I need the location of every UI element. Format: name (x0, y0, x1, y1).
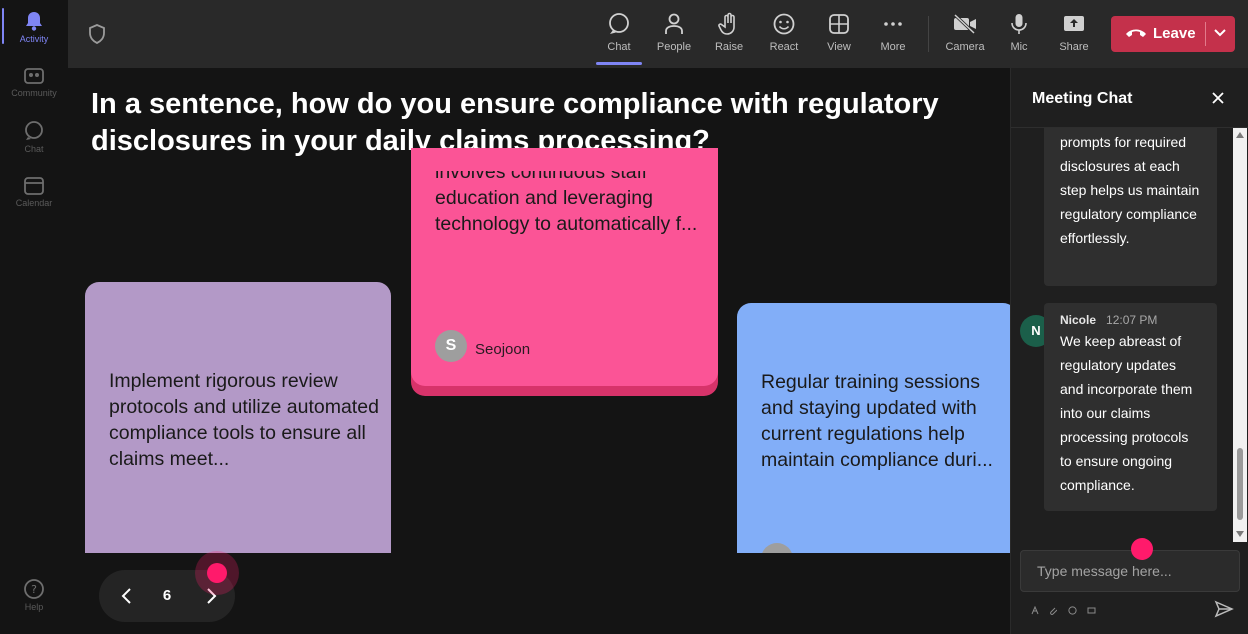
response-text-clipped-line: involves continuous staff (435, 171, 648, 183)
camera-off-icon (953, 13, 976, 35)
toolbar-mic-button[interactable]: Mic (994, 10, 1044, 60)
format-toolbar (1031, 602, 1102, 615)
scroll-down-arrow[interactable] (1236, 531, 1244, 537)
message-compose-box[interactable] (1020, 550, 1248, 592)
rail-item-label: Activity (19, 34, 49, 44)
toolbar-label: More (880, 41, 906, 53)
page-number: 6 (162, 587, 172, 604)
shield-icon (89, 24, 105, 44)
toolbar-label: Chat (607, 41, 631, 53)
react-icon (773, 13, 795, 35)
rail-item-label: Chat (24, 144, 44, 154)
meeting-chat-panel: Meeting Chat prompts for required disclo… (1010, 68, 1248, 634)
leave-label: Leave (1153, 25, 1196, 42)
raise-hand-icon (718, 12, 735, 35)
chat-active-indicator (596, 62, 642, 65)
rail-item-label: Calendar (15, 198, 53, 208)
format-icon[interactable] (1031, 602, 1039, 620)
more-icon (884, 22, 902, 26)
chevron-right-icon[interactable] (201, 586, 221, 606)
meeting-toolbar: Chat People Raise React View More Camera… (68, 0, 1248, 68)
gif-icon[interactable] (1087, 602, 1096, 620)
leave-button[interactable]: Leave (1111, 16, 1235, 52)
people-icon (665, 13, 683, 34)
response-text: Regular training sessions and staying up… (761, 371, 993, 471)
toolbar-chat-button[interactable]: Chat (594, 10, 644, 60)
chat-scrollbar[interactable] (1233, 128, 1247, 542)
author-name: Seojoon (475, 341, 531, 358)
pointer-highlight (1131, 538, 1153, 560)
community-icon (24, 68, 44, 84)
toolbar-label: Camera (945, 41, 985, 53)
response-text: involves continuous staff education and … (435, 171, 705, 237)
chat-message: Nicole 12:07 PM We keep abreast of regula… (1044, 303, 1217, 511)
toolbar-react-button[interactable]: React (759, 10, 809, 60)
chevron-down-icon[interactable] (1213, 28, 1227, 38)
phone-hangup-icon (1126, 29, 1146, 37)
scroll-up-arrow[interactable] (1236, 132, 1244, 138)
message-text: We keep abreast of regulatory updates an… (1060, 333, 1193, 493)
bell-icon (26, 12, 42, 31)
toolbar-label: Share (1059, 41, 1089, 53)
response-text: Implement rigorous review protocols and … (109, 370, 379, 470)
toolbar-more-button[interactable]: More (868, 10, 918, 60)
message-text: prompts for required disclosures at each… (1060, 134, 1200, 246)
rail-item-chat[interactable]: Chat (0, 120, 68, 170)
toolbar-label: Raise (714, 41, 744, 53)
toolbar-view-button[interactable]: View (814, 10, 864, 60)
rail-item-activity[interactable]: Activity (0, 10, 68, 60)
mic-icon (1011, 14, 1027, 34)
toolbar-share-button[interactable]: Share (1049, 10, 1099, 60)
emoji-icon[interactable] (1068, 602, 1077, 620)
toolbar-label: React (769, 41, 799, 53)
chat-title: Meeting Chat (1032, 90, 1133, 107)
share-icon (1064, 16, 1084, 31)
toolbar-raise-button[interactable]: Raise (704, 10, 754, 60)
rail-item-calendar[interactable]: Calendar (0, 176, 68, 226)
rail-item-label: Community (11, 88, 57, 98)
chat-icon (25, 121, 43, 140)
message-author: Nicole (1060, 313, 1097, 327)
message-meta: Nicole 12:07 PM (1044, 303, 1217, 327)
scroll-thumb[interactable] (1237, 448, 1243, 520)
send-icon[interactable] (1214, 600, 1234, 618)
response-card[interactable]: Implement rigorous review protocols and … (85, 282, 391, 582)
rail-item-label: Help (24, 602, 44, 612)
attach-icon[interactable] (1049, 602, 1058, 620)
chat-message: prompts for required disclosures at each… (1044, 128, 1217, 286)
close-icon[interactable] (1211, 91, 1225, 105)
help-icon: ? (24, 579, 44, 599)
message-time: 12:07 PM (1106, 313, 1158, 327)
svg-text:?: ? (31, 583, 37, 596)
rail-item-help[interactable]: ? Help (0, 578, 68, 628)
app-rail: Activity Community Chat Calendar ? Help (0, 0, 69, 634)
toolbar-camera-button[interactable]: Camera (940, 10, 990, 60)
rail-item-community[interactable]: Community (0, 66, 68, 116)
toolbar-divider (928, 16, 929, 52)
leave-separator (1205, 22, 1206, 46)
toolbar-people-button[interactable]: People (649, 10, 699, 60)
pointer-highlight (207, 563, 227, 583)
toolbar-label: Mic (1010, 41, 1028, 53)
view-grid-icon (829, 14, 849, 34)
whiteboard-stage: In a sentence, how do you ensure complia… (68, 68, 1010, 634)
response-card[interactable]: involves continuous staff education and … (411, 148, 718, 386)
chevron-left-icon[interactable] (117, 586, 137, 606)
chat-icon (609, 13, 629, 34)
chat-message-list[interactable]: prompts for required disclosures at each… (1011, 128, 1233, 542)
response-text-body: education and leveraging technology to a… (435, 187, 698, 235)
toolbar-label: People (656, 41, 692, 53)
calendar-icon (24, 177, 44, 195)
avatar: S (435, 330, 467, 362)
toolbar-label: View (827, 41, 851, 53)
